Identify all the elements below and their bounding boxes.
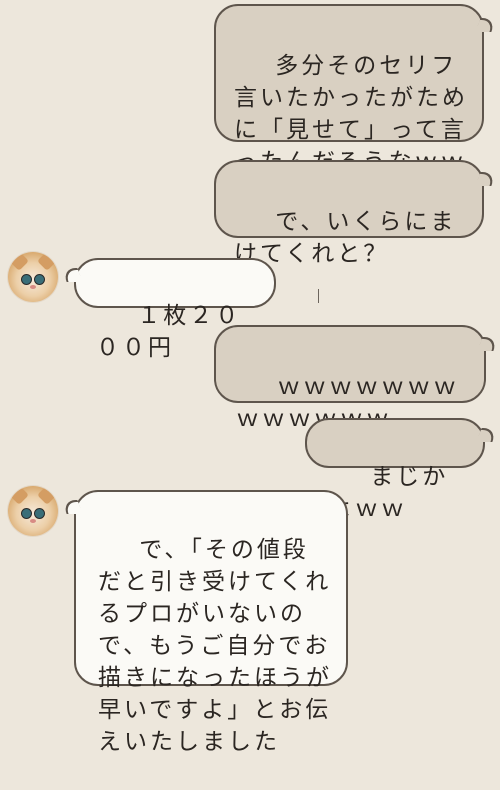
- outgoing-message-bubble[interactable]: ｗｗｗｗｗｗｗｗｗｗｗｗｗ: [214, 325, 486, 432]
- bubble-tail: [477, 337, 499, 351]
- message-text: で、「その値段だと引き受けてくれるプロがいないので、もうご自分でお描きになったほ…: [98, 537, 332, 755]
- outgoing-message-bubble[interactable]: まじかよｗｗ: [305, 418, 485, 522]
- cat-avatar-icon[interactable]: [8, 486, 58, 536]
- incoming-message-bubble[interactable]: で、「その値段だと引き受けてくれるプロがいないので、もうご自分でお描きになったほ…: [74, 490, 348, 755]
- bubble-tail: [475, 18, 497, 32]
- incoming-message-bubble[interactable]: １枚２０００円: [74, 258, 276, 361]
- chat-thread: 多分そのセリフ言いたかったがために「見せて」って言ったんだろうなｗｗｗｗｗｗ で…: [0, 0, 500, 755]
- cat-avatar-icon[interactable]: [8, 252, 58, 302]
- bubble-tail: [476, 428, 498, 442]
- message-text: で、いくらにまけてくれと？: [234, 209, 457, 267]
- outgoing-message-bubble[interactable]: 多分そのセリフ言いたかったがために「見せて」って言ったんだろうなｗｗｗｗｗｗ: [214, 4, 484, 207]
- outgoing-message-bubble[interactable]: で、いくらにまけてくれと？: [214, 160, 484, 267]
- text-cursor: [318, 289, 319, 303]
- bubble-tail: [475, 172, 497, 186]
